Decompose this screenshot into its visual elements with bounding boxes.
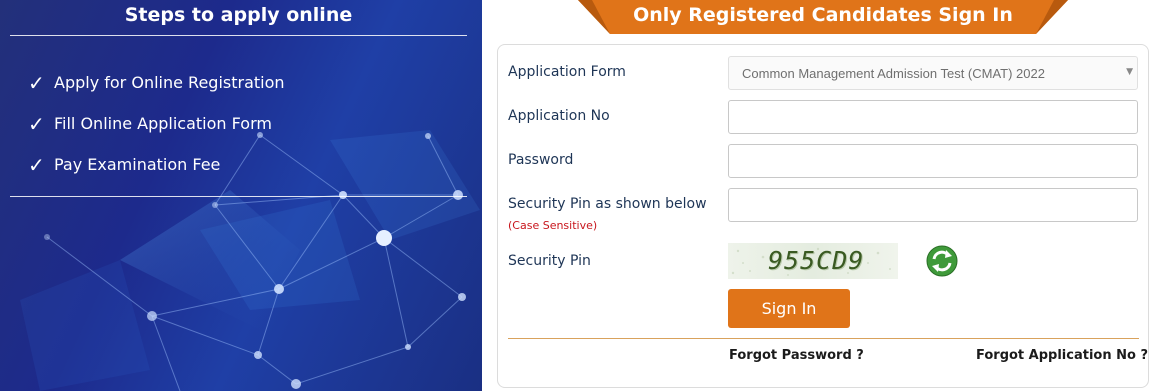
application-no-label: Application No	[508, 108, 610, 124]
steps-panel: Steps to apply online ✓ Apply for Online…	[0, 0, 482, 391]
security-pin-input-label: Security Pin as shown below	[508, 196, 707, 212]
form-divider	[508, 338, 1139, 339]
check-icon: ✓	[28, 111, 45, 136]
captcha-image: 955CD9	[728, 243, 898, 279]
application-form-select[interactable]: Common Management Admission Test (CMAT) …	[728, 56, 1138, 90]
signin-button[interactable]: Sign In	[728, 289, 850, 328]
security-pin-input[interactable]	[728, 188, 1138, 222]
application-form-selected-value: Common Management Admission Test (CMAT) …	[742, 66, 1045, 81]
forgot-password-link[interactable]: Forgot Password ?	[729, 348, 864, 363]
step-label: Pay Examination Fee	[54, 155, 221, 174]
step-item: ✓ Apply for Online Registration	[28, 62, 285, 103]
steps-divider	[10, 196, 467, 197]
step-label: Fill Online Application Form	[54, 114, 272, 133]
forgot-application-no-link[interactable]: Forgot Application No ?	[976, 348, 1148, 363]
security-pin-label: Security Pin	[508, 253, 591, 269]
application-form-label: Application Form	[508, 64, 626, 80]
chevron-down-icon: ▼	[1126, 67, 1133, 77]
steps-title: Steps to apply online	[124, 4, 353, 26]
refresh-icon[interactable]	[926, 245, 958, 277]
case-sensitive-note: (Case Sensitive)	[508, 219, 598, 232]
steps-list: ✓ Apply for Online Registration ✓ Fill O…	[28, 62, 285, 185]
check-icon: ✓	[28, 70, 45, 95]
check-icon: ✓	[28, 152, 45, 177]
signin-banner: Only Registered Candidates Sign In	[578, 0, 1068, 34]
password-label: Password	[508, 152, 574, 168]
captcha-code: 955CD9	[768, 246, 865, 275]
title-divider	[10, 35, 467, 36]
step-label: Apply for Online Registration	[54, 73, 285, 92]
password-input[interactable]	[728, 144, 1138, 178]
step-item: ✓ Pay Examination Fee	[28, 144, 285, 185]
signin-title: Only Registered Candidates Sign In	[633, 4, 1013, 26]
application-no-input[interactable]	[728, 100, 1138, 134]
step-item: ✓ Fill Online Application Form	[28, 103, 285, 144]
